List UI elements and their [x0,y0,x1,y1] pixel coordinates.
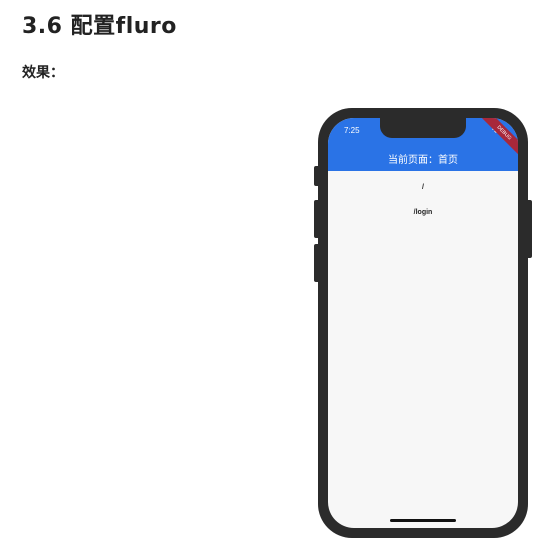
volume-down-button [314,244,318,282]
phone-screen: 7:25 DEBUG 当前页面：首页 / /login [328,118,518,528]
app-bar-title: 当前页面：首页 [388,155,458,166]
status-time: 7:25 [344,126,360,135]
app-bar: 7:25 DEBUG 当前页面：首页 [328,118,518,171]
effect-label: 效果： [22,65,64,81]
silent-switch [314,166,318,186]
volume-up-button [314,200,318,238]
power-button [528,200,532,258]
route-link-root[interactable]: / [328,184,518,191]
section-heading: 3.6 配置fluro [22,14,177,39]
phone-notch [380,118,466,138]
home-indicator[interactable] [390,519,456,522]
route-link-login[interactable]: /login [328,209,518,216]
phone-mockup: 7:25 DEBUG 当前页面：首页 / /login [314,108,532,538]
